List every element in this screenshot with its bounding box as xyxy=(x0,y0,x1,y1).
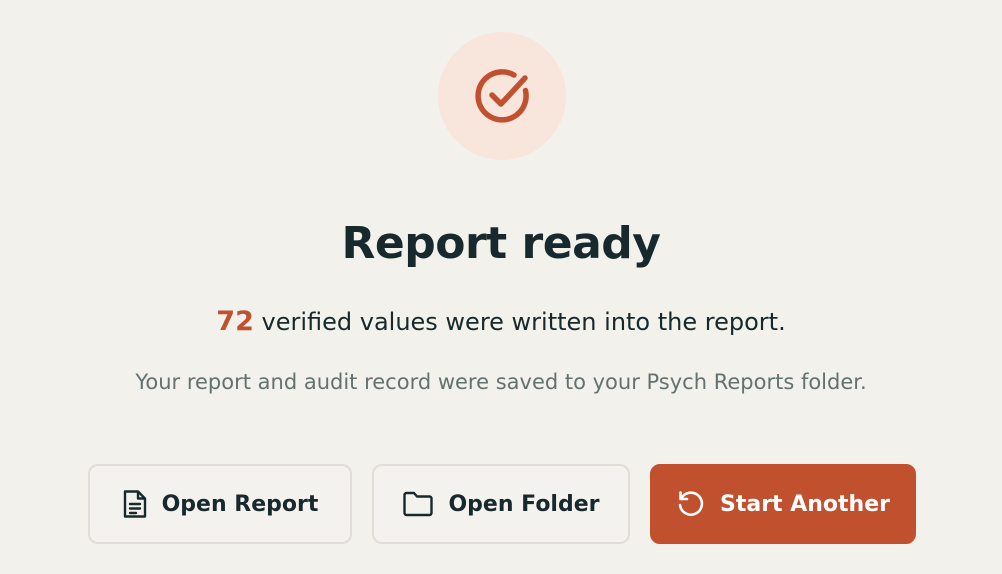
page-title: Report ready xyxy=(341,218,661,269)
open-folder-button[interactable]: Open Folder xyxy=(372,464,630,544)
restart-icon xyxy=(676,489,706,519)
check-circle-icon xyxy=(470,64,534,128)
success-badge xyxy=(438,32,566,160)
start-another-label: Start Another xyxy=(720,491,890,517)
open-report-label: Open Report xyxy=(161,491,319,517)
report-complete-screen: Report ready 72 verified values were wri… xyxy=(0,0,1002,574)
verified-summary-text: verified values were written into the re… xyxy=(253,308,786,336)
document-icon xyxy=(122,489,148,519)
open-report-button[interactable]: Open Report xyxy=(88,464,352,544)
verified-count: 72 xyxy=(216,306,254,337)
open-folder-label: Open Folder xyxy=(448,491,600,517)
verified-summary: 72 verified values were written into the… xyxy=(0,302,1002,342)
start-another-button[interactable]: Start Another xyxy=(650,464,916,544)
folder-icon xyxy=(402,490,434,518)
save-location-note: Your report and audit record were saved … xyxy=(135,370,867,394)
